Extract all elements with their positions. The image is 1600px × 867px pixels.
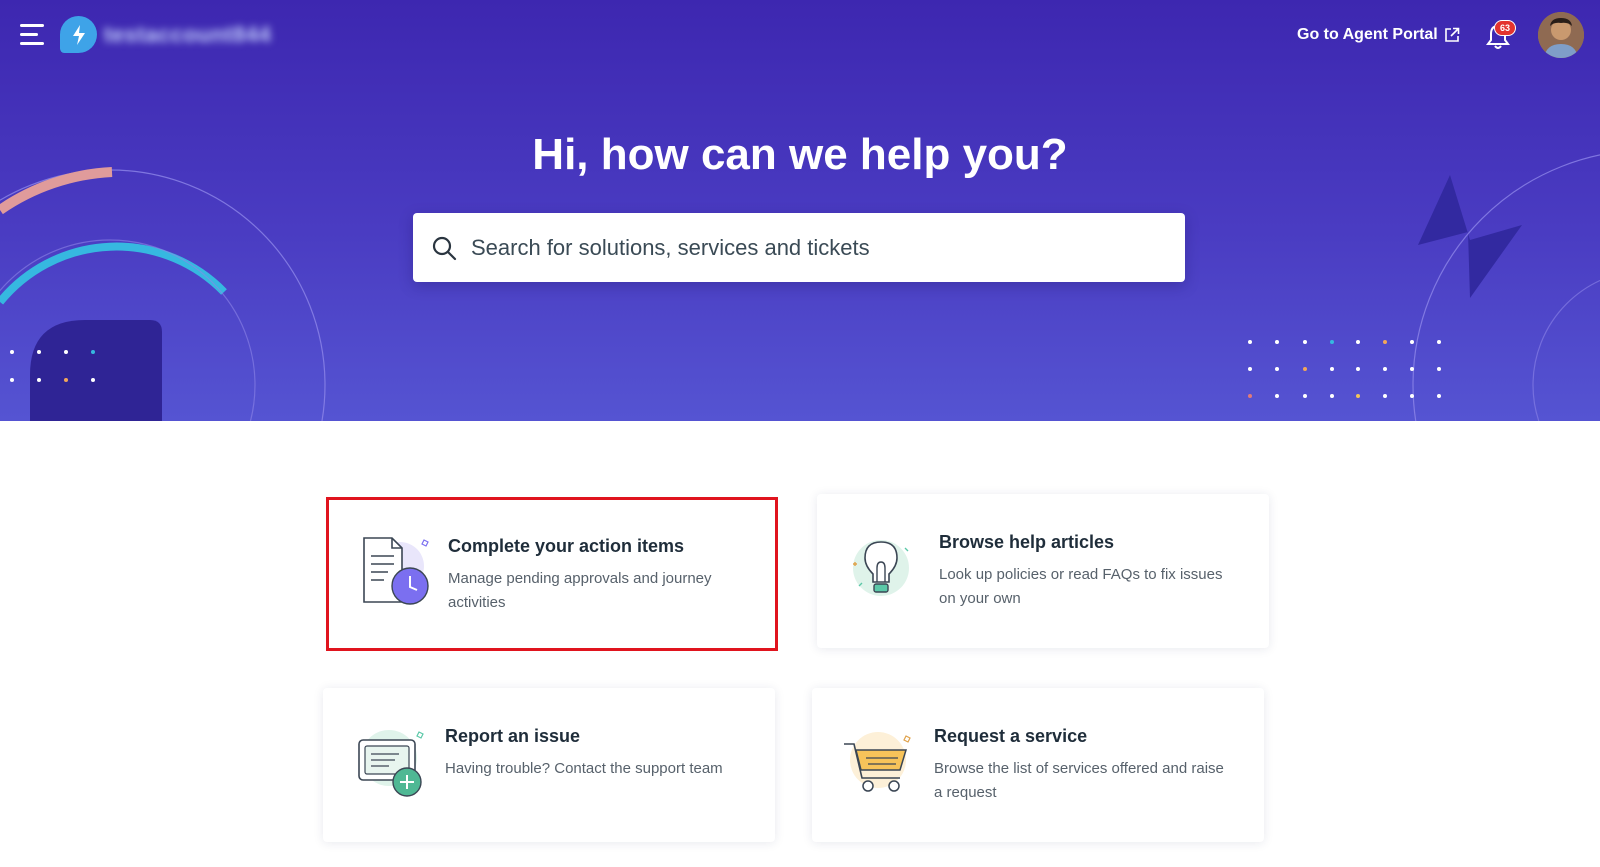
card-request-service[interactable]: Request a service Browse the list of ser… bbox=[812, 688, 1264, 842]
ticket-add-icon bbox=[358, 730, 424, 797]
external-link-icon bbox=[1444, 27, 1460, 42]
user-avatar[interactable] bbox=[1538, 12, 1584, 58]
card-description: Having trouble? Contact the support team bbox=[445, 760, 723, 777]
search-bar[interactable] bbox=[413, 213, 1185, 282]
top-bar: testaccount844 Go to Agent Portal 63 bbox=[0, 0, 1600, 72]
hero-banner: testaccount844 Go to Agent Portal 63 Hi,… bbox=[0, 0, 1600, 421]
card-title: Request a service bbox=[934, 726, 1088, 746]
hero-title: Hi, how can we help you? bbox=[532, 130, 1068, 179]
freshservice-logo-icon[interactable] bbox=[60, 16, 97, 53]
hamburger-menu-icon[interactable] bbox=[20, 24, 46, 46]
card-title: Complete your action items bbox=[448, 536, 685, 556]
account-name: testaccount844 bbox=[104, 22, 272, 47]
lightbulb-icon bbox=[853, 540, 909, 596]
card-title: Browse help articles bbox=[939, 532, 1115, 552]
card-help-articles[interactable]: Browse help articles Look up policies or… bbox=[817, 494, 1269, 648]
card-title: Report an issue bbox=[445, 726, 581, 746]
agent-portal-label: Go to Agent Portal bbox=[1297, 26, 1438, 43]
agent-portal-link[interactable]: Go to Agent Portal bbox=[1297, 26, 1460, 44]
document-clock-icon bbox=[363, 537, 429, 605]
notification-count-badge: 63 bbox=[1494, 20, 1516, 36]
card-description: Browse the list of services offered and … bbox=[934, 760, 1224, 801]
card-report-issue[interactable]: Report an issue Having trouble? Contact … bbox=[323, 688, 775, 842]
shopping-cart-icon bbox=[844, 732, 911, 792]
card-description: Manage pending approvals and journey act… bbox=[448, 570, 712, 611]
search-icon bbox=[432, 236, 457, 260]
card-action-items[interactable]: Complete your action items Manage pendin… bbox=[326, 497, 778, 651]
search-input[interactable] bbox=[471, 234, 1151, 261]
card-description: Look up policies or read FAQs to fix iss… bbox=[939, 566, 1223, 607]
